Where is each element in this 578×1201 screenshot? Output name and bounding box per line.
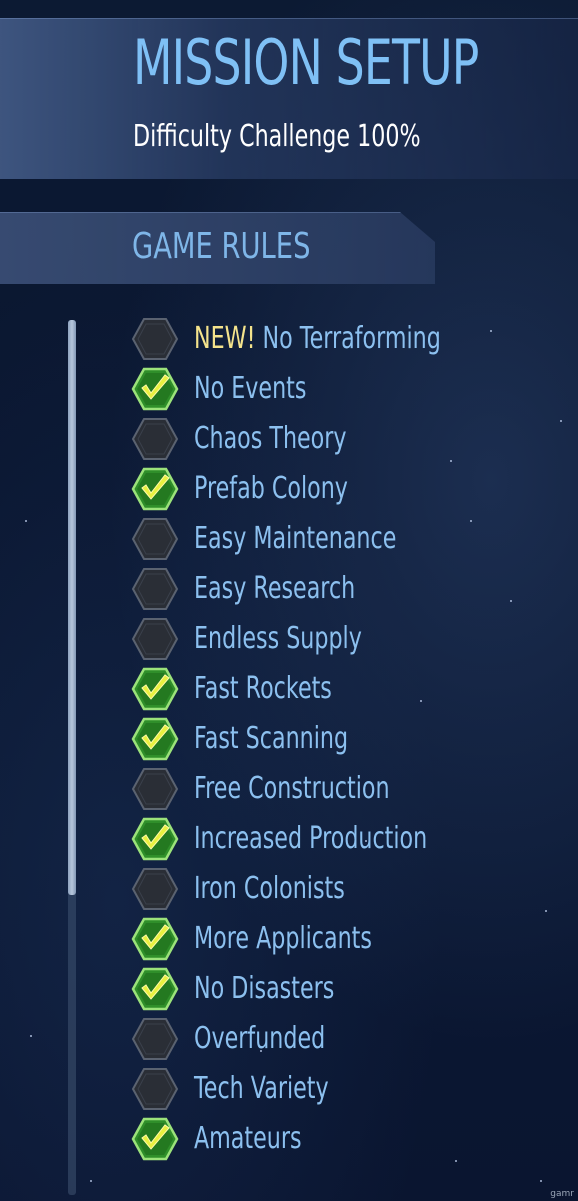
checked-hexagon-icon[interactable] bbox=[130, 1116, 180, 1162]
new-badge: NEW! bbox=[194, 321, 256, 356]
rule-name: Fast Rockets bbox=[194, 671, 332, 706]
checked-hexagon-icon[interactable] bbox=[130, 966, 180, 1012]
rule-item-chaos-theory[interactable]: Chaos Theory bbox=[130, 415, 400, 463]
rule-name: Iron Colonists bbox=[194, 871, 345, 906]
unchecked-hexagon-icon[interactable] bbox=[130, 316, 180, 362]
rule-label: Overfunded bbox=[194, 1024, 325, 1054]
rule-item-endless-supply[interactable]: Endless Supply bbox=[130, 615, 421, 663]
rule-item-easy-maintenance[interactable]: Easy Maintenance bbox=[130, 515, 467, 563]
checked-hexagon-icon[interactable] bbox=[130, 916, 180, 962]
rule-name: Tech Variety bbox=[194, 1071, 329, 1106]
difficulty-challenge-label: Difficulty Challenge 100% bbox=[133, 119, 421, 154]
rule-label: Fast Rockets bbox=[194, 674, 332, 704]
unchecked-hexagon-icon[interactable] bbox=[130, 566, 180, 612]
rule-label: Iron Colonists bbox=[194, 874, 345, 904]
rule-label: No Disasters bbox=[194, 974, 334, 1004]
rule-item-more-applicants[interactable]: More Applicants bbox=[130, 915, 434, 963]
rule-name: Fast Scanning bbox=[194, 721, 349, 756]
rule-name: Endless Supply bbox=[194, 621, 362, 656]
unchecked-hexagon-icon[interactable] bbox=[130, 516, 180, 562]
rule-name: Free Construction bbox=[194, 771, 390, 806]
rule-label: Free Construction bbox=[194, 774, 390, 804]
rule-item-tech-variety[interactable]: Tech Variety bbox=[130, 1065, 376, 1113]
rule-item-free-construction[interactable]: Free Construction bbox=[130, 765, 458, 813]
unchecked-hexagon-icon[interactable] bbox=[130, 1016, 180, 1062]
rule-label: Fast Scanning bbox=[194, 724, 348, 754]
rule-item-overfunded[interactable]: Overfunded bbox=[130, 1015, 371, 1063]
rule-item-fast-scanning[interactable]: Fast Scanning bbox=[130, 715, 402, 763]
rule-label: Increased Production bbox=[194, 824, 427, 854]
rule-label: Easy Maintenance bbox=[194, 524, 396, 554]
checked-hexagon-icon[interactable] bbox=[130, 816, 180, 862]
rule-label: NEW! No Terraforming bbox=[194, 324, 441, 354]
rule-label: Amateurs bbox=[194, 1124, 302, 1154]
rule-label: No Events bbox=[194, 374, 306, 404]
rule-item-no-disasters[interactable]: No Disasters bbox=[130, 965, 384, 1013]
rule-item-prefab-colony[interactable]: Prefab Colony bbox=[130, 465, 402, 513]
rule-name: More Applicants bbox=[194, 921, 372, 956]
rule-label: Endless Supply bbox=[194, 624, 362, 654]
checked-hexagon-icon[interactable] bbox=[130, 666, 180, 712]
unchecked-hexagon-icon[interactable] bbox=[130, 416, 180, 462]
checked-hexagon-icon[interactable] bbox=[130, 716, 180, 762]
rule-name: No Disasters bbox=[194, 971, 335, 1006]
rule-name: Easy Research bbox=[194, 571, 356, 606]
rule-item-no-terraforming[interactable]: NEW! No Terraforming bbox=[130, 315, 528, 363]
rule-name: No Events bbox=[194, 371, 307, 406]
rule-name: Amateurs bbox=[194, 1121, 302, 1156]
rule-item-increased-production[interactable]: Increased Production bbox=[130, 815, 509, 863]
rule-label: More Applicants bbox=[194, 924, 372, 954]
rule-label: Chaos Theory bbox=[194, 424, 347, 454]
rule-label: Tech Variety bbox=[194, 1074, 329, 1104]
unchecked-hexagon-icon[interactable] bbox=[130, 616, 180, 662]
rule-item-fast-rockets[interactable]: Fast Rockets bbox=[130, 665, 380, 713]
rule-name: Increased Production bbox=[194, 821, 428, 856]
rule-item-iron-colonists[interactable]: Iron Colonists bbox=[130, 865, 398, 913]
section-title: GAME RULES bbox=[132, 226, 311, 267]
page-title: MISSION SETUP bbox=[133, 26, 479, 99]
rule-label: Prefab Colony bbox=[194, 474, 348, 504]
unchecked-hexagon-icon[interactable] bbox=[130, 1066, 180, 1112]
rule-name: Easy Maintenance bbox=[194, 521, 397, 556]
rule-name: Prefab Colony bbox=[194, 471, 348, 506]
rule-label: Easy Research bbox=[194, 574, 355, 604]
rule-item-amateurs[interactable]: Amateurs bbox=[130, 1115, 339, 1163]
checked-hexagon-icon[interactable] bbox=[130, 366, 180, 412]
rule-name: No Terraforming bbox=[262, 321, 441, 356]
rule-name: Overfunded bbox=[194, 1021, 326, 1056]
rule-item-easy-research[interactable]: Easy Research bbox=[130, 565, 412, 613]
watermark: gamr bbox=[550, 1189, 574, 1199]
unchecked-hexagon-icon[interactable] bbox=[130, 866, 180, 912]
checked-hexagon-icon[interactable] bbox=[130, 466, 180, 512]
rule-name: Chaos Theory bbox=[194, 421, 347, 456]
unchecked-hexagon-icon[interactable] bbox=[130, 766, 180, 812]
scrollbar-thumb[interactable] bbox=[68, 320, 76, 895]
rule-item-no-events[interactable]: No Events bbox=[130, 365, 346, 413]
